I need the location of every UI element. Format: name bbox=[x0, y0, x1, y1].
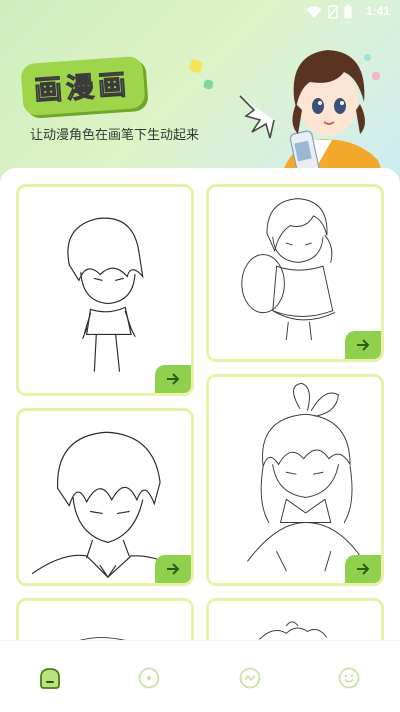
nav-home[interactable] bbox=[37, 665, 63, 691]
app-title: 画漫画 bbox=[20, 55, 146, 117]
card-partial-left[interactable] bbox=[16, 598, 194, 640]
wifi-icon bbox=[306, 6, 322, 18]
nav-activity[interactable] bbox=[237, 665, 263, 691]
open-template-button[interactable] bbox=[155, 365, 191, 393]
partial-sketch-right bbox=[259, 621, 327, 640]
status-icons bbox=[306, 4, 352, 20]
ribbon-girl-sketch bbox=[247, 382, 365, 572]
arrow-right-icon bbox=[357, 563, 370, 575]
open-template-button[interactable] bbox=[345, 331, 381, 359]
nav-profile[interactable] bbox=[336, 665, 362, 691]
battery-icon bbox=[344, 5, 352, 19]
title-text: 画漫画 bbox=[33, 67, 132, 108]
deco-square-green bbox=[202, 78, 215, 91]
smile-icon bbox=[338, 667, 360, 689]
arrow-right-icon bbox=[167, 373, 180, 385]
partial-sketch-left bbox=[79, 637, 126, 640]
open-template-button[interactable] bbox=[155, 555, 191, 583]
no-sim-icon bbox=[328, 5, 338, 19]
card-girl-ribbon[interactable] bbox=[206, 374, 384, 586]
circle-dot-icon bbox=[138, 667, 160, 689]
bottom-navigation bbox=[0, 640, 400, 712]
arrow-right-icon bbox=[167, 563, 180, 575]
arrow-right-icon bbox=[357, 339, 370, 351]
deco-square-yellow bbox=[188, 58, 204, 74]
home-icon bbox=[40, 668, 60, 689]
chibi-boy-sketch bbox=[67, 217, 144, 372]
title-badge: 画漫画 bbox=[20, 55, 146, 117]
card-boy-portrait[interactable] bbox=[16, 408, 194, 586]
open-template-button[interactable] bbox=[345, 555, 381, 583]
card-girl-chibi[interactable] bbox=[206, 184, 384, 362]
status-bar: 1:41 bbox=[0, 0, 400, 24]
status-time: 1:41 bbox=[365, 4, 390, 18]
header-subtitle: 让动漫角色在画笔下生动起来 bbox=[30, 128, 200, 143]
card-partial-right[interactable] bbox=[206, 598, 384, 640]
card-boy-chibi[interactable] bbox=[16, 184, 194, 396]
wave-icon bbox=[239, 667, 261, 689]
template-grid bbox=[0, 168, 400, 640]
nav-discover[interactable] bbox=[136, 665, 162, 691]
